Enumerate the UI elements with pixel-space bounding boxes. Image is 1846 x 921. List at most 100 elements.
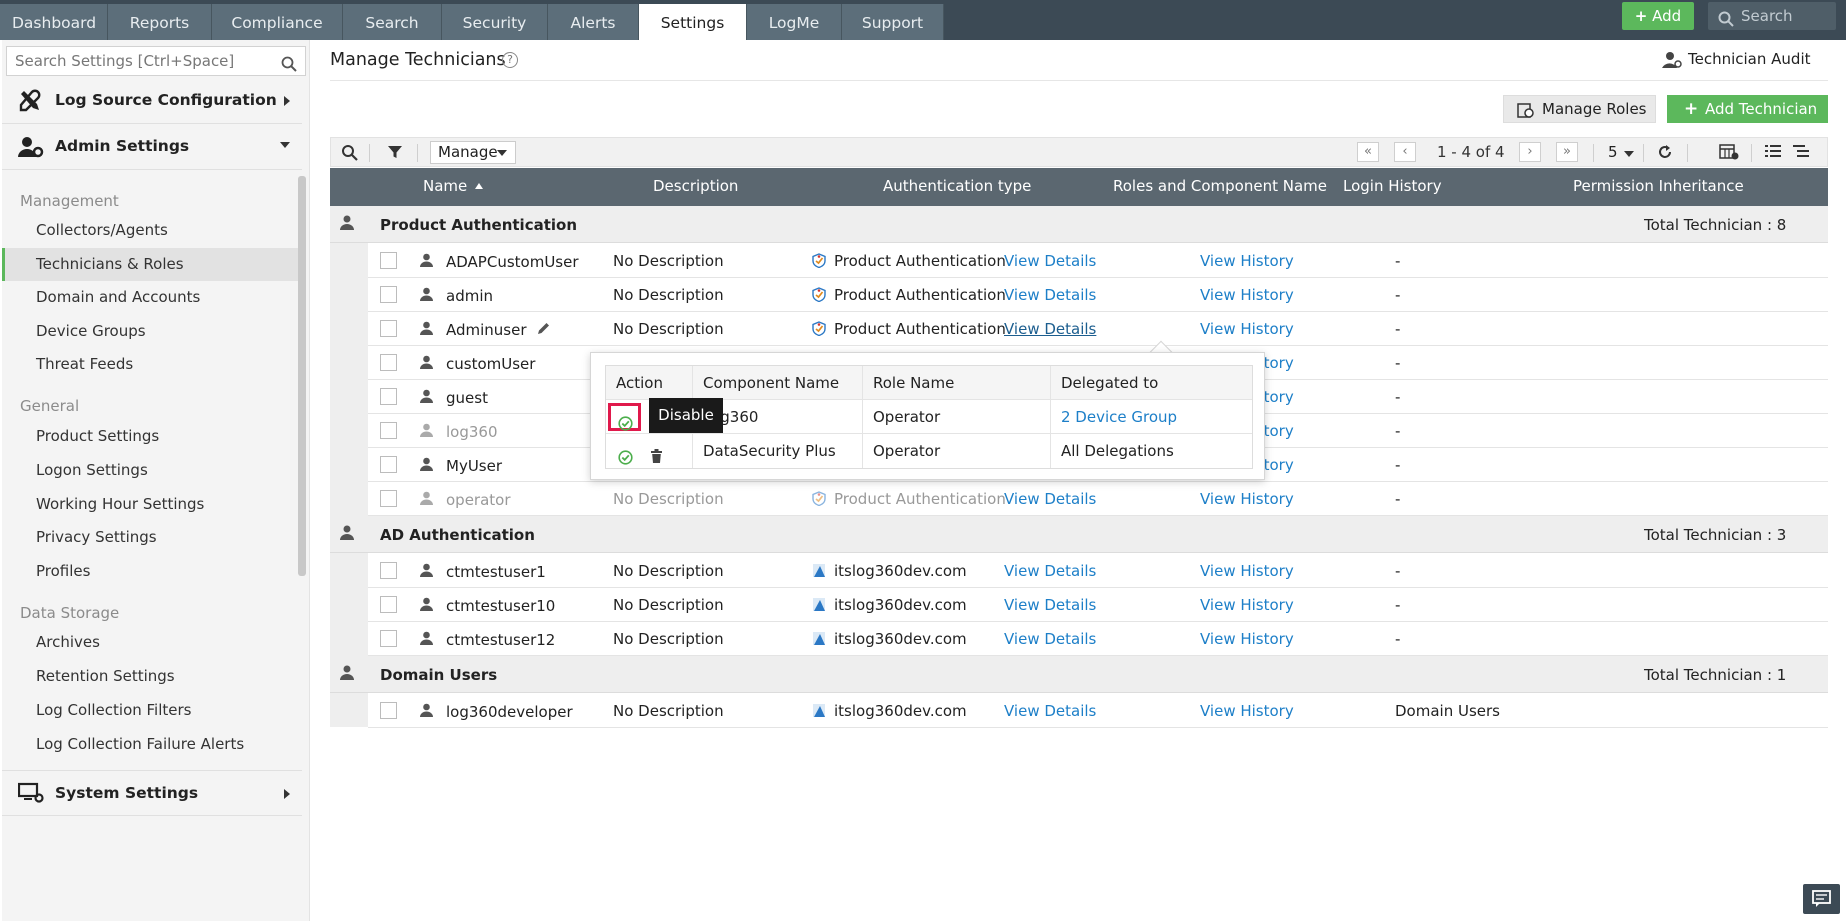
column-header-name[interactable]: Name [423, 177, 484, 195]
add-column-icon[interactable] [1719, 144, 1739, 164]
tab-logme[interactable]: LogMe [747, 4, 842, 40]
row-checkbox[interactable] [380, 320, 397, 337]
tab-dashboard[interactable]: Dashboard [0, 4, 108, 40]
sidebar-item-retention-settings[interactable]: Retention Settings [2, 660, 302, 693]
next-page-button[interactable]: › [1519, 142, 1541, 162]
group-total: Total Technician : 8 [1644, 216, 1787, 234]
view-details-link[interactable]: View Details [1004, 286, 1096, 304]
row-checkbox[interactable] [380, 702, 397, 719]
sidebar-item-privacy-settings[interactable]: Privacy Settings [2, 521, 302, 554]
view-details-link[interactable]: View Details [1004, 630, 1096, 648]
column-header-authentication-type[interactable]: Authentication type [883, 177, 1031, 195]
sidebar-item-threat-feeds[interactable]: Threat Feeds [2, 348, 302, 381]
sidebar-item-collectors-agents[interactable]: Collectors/Agents [2, 214, 302, 247]
tab-compliance[interactable]: Compliance [212, 4, 343, 40]
group-general: General [20, 397, 80, 415]
column-header-permission-inheritance[interactable]: Permission Inheritance [1573, 177, 1744, 195]
row-checkbox[interactable] [380, 490, 397, 507]
sidebar-item-archives[interactable]: Archives [2, 626, 302, 659]
view-history-link[interactable]: View History [1200, 490, 1294, 508]
column-header-description[interactable]: Description [653, 177, 738, 195]
view-details-link[interactable]: View Details [1004, 702, 1096, 720]
column-header-roles-component[interactable]: Roles and Component Name [1113, 177, 1327, 195]
tab-reports[interactable]: Reports [108, 4, 212, 40]
settings-search-input[interactable]: Search Settings [Ctrl+Space] [6, 46, 306, 76]
section-system-settings[interactable]: System Settings [2, 770, 302, 816]
tab-alerts[interactable]: Alerts [548, 4, 639, 40]
sidebar-item-product-settings[interactable]: Product Settings [2, 420, 302, 453]
view-details-link[interactable]: View Details [1004, 320, 1096, 338]
section-admin-settings[interactable]: Admin Settings [2, 124, 302, 170]
row-checkbox[interactable] [380, 596, 397, 613]
row-checkbox[interactable] [380, 286, 397, 303]
refresh-icon[interactable] [1657, 144, 1673, 164]
view-history-link[interactable]: View History [1200, 320, 1294, 338]
manage-roles-button[interactable]: Manage Roles [1503, 95, 1656, 123]
permission-inheritance: - [1395, 388, 1401, 406]
row-checkbox[interactable] [380, 456, 397, 473]
permission-inheritance: - [1395, 320, 1401, 338]
view-history-link[interactable]: View History [1200, 596, 1294, 614]
sidebar-item-log-collection-failure-alerts[interactable]: Log Collection Failure Alerts [2, 728, 302, 761]
view-details-link[interactable]: View Details [1004, 562, 1096, 580]
sidebar-item-profiles[interactable]: Profiles [2, 555, 302, 588]
tab-security[interactable]: Security [442, 4, 548, 40]
view-history-link[interactable]: View History [1200, 286, 1294, 304]
search-filter-icon[interactable] [341, 144, 359, 166]
view-details-link[interactable]: View Details [1004, 596, 1096, 614]
view-details-link[interactable]: View Details [1004, 490, 1096, 508]
sidebar-item-device-groups[interactable]: Device Groups [2, 315, 302, 348]
group-row-ad-authentication[interactable]: AD Authentication Total Technician : 3 [330, 516, 1828, 553]
technician-name: operator [446, 491, 511, 509]
help-icon[interactable]: ? [502, 52, 518, 68]
trash-icon[interactable] [650, 442, 663, 476]
list-view-icon[interactable] [1765, 144, 1781, 162]
column-header-login-history[interactable]: Login History [1343, 177, 1442, 195]
section-log-source-configuration[interactable]: Log Source Configuration [2, 78, 302, 124]
technician-audit-link[interactable]: Technician Audit [1662, 50, 1811, 68]
technician-name: log360 [446, 423, 498, 441]
group-row-domain-users[interactable]: Domain Users Total Technician : 1 [330, 656, 1828, 693]
view-history-link[interactable]: View History [1200, 252, 1294, 270]
add-technician-button[interactable]: + Add Technician [1667, 95, 1828, 123]
enabled-check-icon[interactable] [618, 443, 633, 477]
tab-settings[interactable]: Settings [639, 4, 747, 40]
edit-icon[interactable] [536, 321, 551, 340]
row-checkbox[interactable] [380, 388, 397, 405]
row-checkbox[interactable] [380, 422, 397, 439]
first-page-button[interactable]: « [1357, 142, 1379, 162]
previous-page-button[interactable]: ‹ [1394, 142, 1416, 162]
tree-view-icon[interactable] [1793, 144, 1809, 162]
sidebar-item-domain-accounts[interactable]: Domain and Accounts [2, 281, 302, 314]
view-history-link[interactable]: View History [1200, 702, 1294, 720]
sidebar-item-technicians-roles[interactable]: Technicians & Roles [2, 248, 302, 281]
view-history-link[interactable]: View History [1200, 562, 1294, 580]
view-history-link[interactable]: View History [1200, 630, 1294, 648]
domain-icon [812, 703, 826, 722]
toolbar-divider [1593, 144, 1594, 162]
page-size-dropdown[interactable]: 5 [1608, 143, 1634, 161]
group-row-product-authentication[interactable]: Product Authentication Total Technician … [330, 206, 1828, 243]
sidebar-scrollbar[interactable] [298, 176, 306, 576]
row-checkbox[interactable] [380, 354, 397, 371]
technician-description: No Description [613, 562, 724, 580]
popover-header-row: Action Component Name Role Name Delegate… [606, 366, 1252, 400]
global-search-input[interactable]: Search [1708, 2, 1836, 30]
row-checkbox[interactable] [380, 252, 397, 269]
technician-description: No Description [613, 320, 724, 338]
chat-icon[interactable] [1803, 884, 1840, 914]
add-button[interactable]: + Add [1622, 2, 1694, 30]
device-group-link[interactable]: 2 Device Group [1061, 408, 1177, 426]
sidebar-item-log-collection-filters[interactable]: Log Collection Filters [2, 694, 302, 727]
tab-search[interactable]: Search [343, 4, 442, 40]
search-icon[interactable] [281, 53, 297, 81]
filter-icon[interactable] [387, 144, 403, 164]
manage-dropdown[interactable]: Manage [430, 141, 516, 164]
row-checkbox[interactable] [380, 630, 397, 647]
last-page-button[interactable]: » [1556, 142, 1578, 162]
sidebar-item-working-hour-settings[interactable]: Working Hour Settings [2, 488, 302, 521]
row-checkbox[interactable] [380, 562, 397, 579]
sidebar-item-logon-settings[interactable]: Logon Settings [2, 454, 302, 487]
view-details-link[interactable]: View Details [1004, 252, 1096, 270]
tab-support[interactable]: Support [842, 4, 944, 40]
